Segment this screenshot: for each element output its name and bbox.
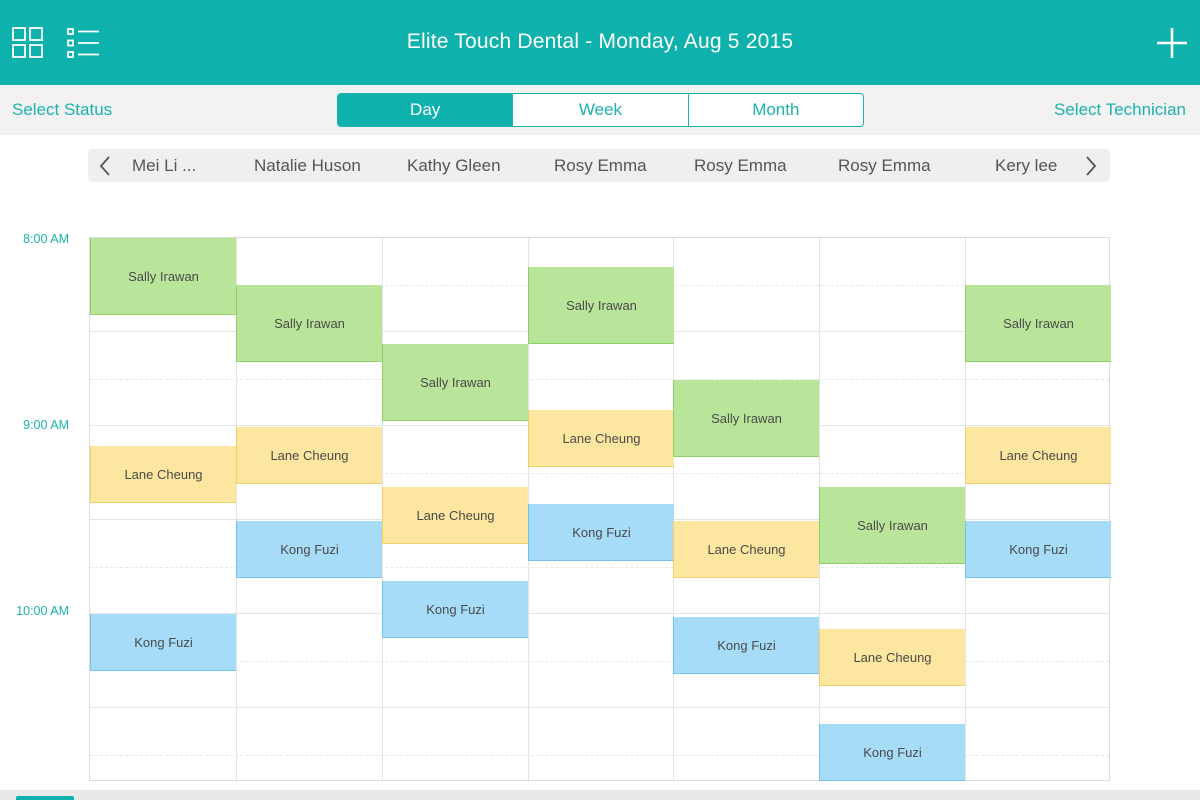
appointment-block[interactable]: Lane Cheung	[819, 629, 965, 686]
appointment-block[interactable]: Kong Fuzi	[673, 617, 819, 674]
appointment-block[interactable]: Lane Cheung	[90, 446, 236, 503]
technician-name[interactable]: Mei Li ...	[132, 156, 196, 176]
tab-day[interactable]: Day	[338, 94, 513, 126]
technician-name[interactable]: Rosy Emma	[554, 156, 647, 176]
schedule-grid: Sally Irawan Lane Cheung Kong Fuzi Sally Ir…	[89, 237, 1111, 781]
technician-bar: Mei Li ... Natalie Huson Kathy Gleen Ros…	[88, 149, 1110, 182]
appointment-block[interactable]: Lane Cheung	[673, 521, 819, 578]
grid-hour-line	[90, 707, 1109, 708]
bottom-tab-indicator	[16, 796, 74, 800]
appointment-block[interactable]: Sally Irawan	[819, 487, 965, 564]
appointment-block[interactable]: Sally Irawan	[90, 238, 236, 315]
appointment-block[interactable]: Kong Fuzi	[236, 521, 382, 578]
bottom-bar	[0, 790, 1200, 800]
technician-name[interactable]: Rosy Emma	[838, 156, 931, 176]
tab-month[interactable]: Month	[687, 94, 863, 126]
select-technician-link[interactable]: Select Technician	[1054, 100, 1186, 120]
appointment-block[interactable]: Sally Irawan	[528, 267, 674, 344]
time-label: 10:00 AM	[16, 604, 69, 618]
plus-icon[interactable]	[1156, 27, 1188, 59]
time-label: 9:00 AM	[23, 418, 69, 432]
appointment-block[interactable]: Sally Irawan	[673, 380, 819, 457]
technician-name[interactable]: Kery lee	[995, 156, 1057, 176]
appointment-block[interactable]: Sally Irawan	[965, 285, 1111, 362]
appointment-block[interactable]: Lane Cheung	[236, 427, 382, 484]
appointment-block[interactable]: Lane Cheung	[965, 427, 1111, 484]
appointment-block[interactable]: Kong Fuzi	[965, 521, 1111, 578]
chevron-right-icon[interactable]	[1084, 155, 1098, 177]
appointment-block[interactable]: Sally Irawan	[236, 285, 382, 362]
appointment-block[interactable]: Kong Fuzi	[90, 614, 236, 671]
technician-name[interactable]: Kathy Gleen	[407, 156, 501, 176]
appointment-block[interactable]: Kong Fuzi	[819, 724, 965, 781]
grid-half-hour-line	[90, 379, 1109, 380]
chevron-left-icon[interactable]	[98, 155, 112, 177]
tab-week[interactable]: Week	[512, 94, 687, 126]
page-title: Elite Touch Dental - Monday, Aug 5 2015	[406, 30, 794, 53]
app-header: Elite Touch Dental - Monday, Aug 5 2015	[0, 0, 1200, 85]
appointment-block[interactable]: Sally Irawan	[382, 344, 528, 421]
appointment-block[interactable]: Kong Fuzi	[382, 581, 528, 638]
view-segmented-control: Day Week Month	[337, 93, 864, 127]
appointment-block[interactable]: Lane Cheung	[528, 410, 674, 467]
select-status-link[interactable]: Select Status	[12, 100, 112, 120]
time-label: 8:00 AM	[23, 232, 69, 246]
technician-name[interactable]: Rosy Emma	[694, 156, 787, 176]
grid-hour-line	[90, 613, 1109, 614]
appointment-block[interactable]: Lane Cheung	[382, 487, 528, 544]
technician-name[interactable]: Natalie Huson	[254, 156, 361, 176]
filter-bar: Select Status Day Week Month Select Tech…	[0, 85, 1200, 135]
appointment-block[interactable]: Kong Fuzi	[528, 504, 674, 561]
